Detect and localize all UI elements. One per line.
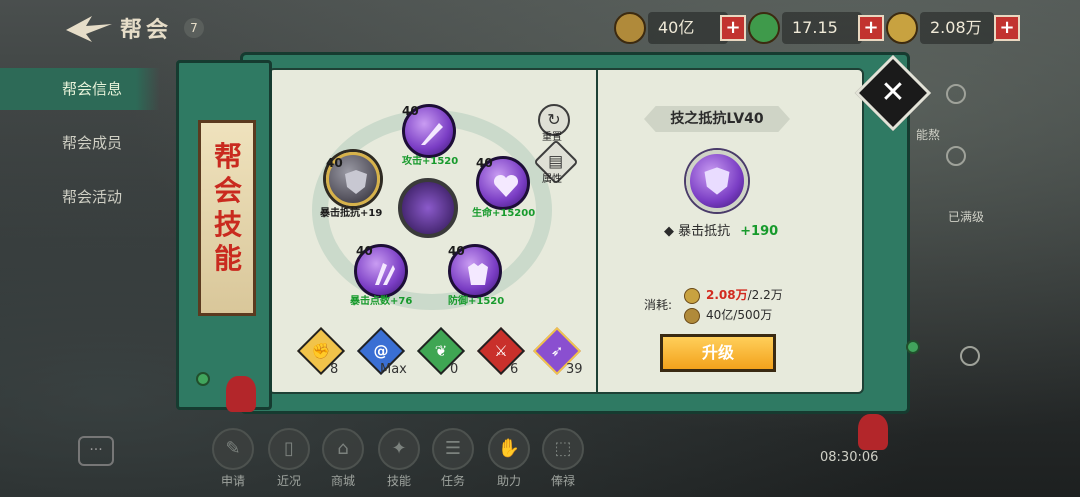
add-gold-button[interactable]: + [994,15,1020,41]
nav-label: 技能 [386,474,411,488]
skill-level: 40 [326,156,343,170]
sword-icon [421,123,443,145]
red-tassel-icon [226,376,256,412]
heart-icon [493,174,519,197]
skill-caption: 攻击+1520 [402,156,459,167]
skill-level: 40 [448,244,465,258]
nav-label: 俸禄 [550,474,575,488]
countdown-timer: 08:30:06 [820,450,879,465]
close-icon: ✕ [880,75,906,110]
selected-skill-icon [686,150,748,212]
add-copper-button[interactable]: + [720,15,746,41]
handshake-icon: ✋ [488,428,530,470]
reset-icon: ↻ [547,110,561,129]
tasks-icon: ☰ [432,428,474,470]
jade-bead-icon [196,372,210,386]
cost-copper: 40亿/500万 [706,308,773,322]
nav-label: 商城 [330,474,355,488]
back-arrow-icon [66,16,112,42]
nav-tasks[interactable]: ☰ 任务 [430,428,476,489]
tab-guild-info[interactable]: 帮会信息 [0,68,160,110]
background-label: 已满级 [948,210,985,224]
guild-level-badge: 7 [184,18,204,38]
background-icon [946,84,966,104]
add-jade-button[interactable]: + [858,15,884,41]
shield-icon [345,170,367,194]
item-count: 8 [330,362,339,377]
top-bar: 帮会 7 40亿 + 17.15万 + 2.08万 + [0,0,1080,69]
jade-icon [748,12,780,44]
banner-title: 帮会技能 [213,140,242,275]
news-icon: ▯ [268,428,310,470]
skill-caption: 防御+1520 [448,296,505,307]
tab-guild-members[interactable]: 帮会成员 [0,122,160,164]
skills-icon: ✦ [378,428,420,470]
upgrade-button[interactable]: 升级 [660,334,776,372]
tab-guild-activities[interactable]: 帮会活动 [0,176,160,218]
back-button[interactable] [62,12,114,46]
skill-detail-title: 技之抵抗LV40 [670,111,764,127]
nav-label: 近况 [276,474,301,488]
nav-skills[interactable]: ✦ 技能 [376,428,422,489]
resource-value: 17.15万 [782,12,862,69]
center-skill-emblem [398,178,458,238]
item-count: 0 [450,362,459,377]
copper-coin-icon [684,307,700,324]
nav-apply[interactable]: ✎ 申请 [210,428,256,489]
item-count: Max [380,362,407,377]
skill-level: 40 [402,104,419,118]
skill-level: 40 [356,244,373,258]
apply-icon: ✎ [212,428,254,470]
cost-gold-need: /2.2万 [747,288,783,302]
copper-coin-icon [614,12,646,44]
nav-assist[interactable]: ✋ 助力 [486,428,532,489]
resource-value: 40亿 [648,12,728,44]
stat-name: ◆ 暴击抵抗 [664,224,731,239]
skill-level: 40 [476,156,493,170]
cost-copper-row: 40亿/500万 [684,306,772,324]
stat-value: +190 [740,224,779,239]
red-tassel-icon [858,414,888,450]
shop-icon: ⌂ [322,428,364,470]
nav-label: 申请 [220,474,245,488]
nav-label: 助力 [496,474,521,488]
shield-icon [704,167,730,195]
jade-bead-icon [906,340,920,354]
skill-caption: 生命+15200 [472,208,536,219]
nav-label: 任务 [440,474,465,488]
background-icon [960,346,980,366]
gold-coin-icon [684,287,700,304]
salary-icon: ⬚ [542,428,584,470]
armor-icon [468,263,488,285]
background-icon [946,146,966,166]
chat-button[interactable]: ··· [78,436,114,466]
attributes-label: 属性 [542,174,562,185]
resource-value: 2.08万 [920,12,994,44]
blades-icon [375,263,395,285]
cost-label: 消耗: [644,298,673,312]
background-label: 能熬 [916,128,941,142]
skill-caption: 暴击点数+76 [350,296,413,307]
item-count: 39 [566,362,583,377]
nav-salary[interactable]: ⬚ 俸禄 [540,428,586,489]
nav-news[interactable]: ▯ 近况 [266,428,312,489]
gold-coin-icon [886,12,918,44]
page-title: 帮会 [120,18,173,43]
skill-caption: 暴击抵抗+19 [320,208,383,219]
item-count: 6 [510,362,519,377]
stat-line: ◆ 暴击抵抗 +190 [664,220,778,239]
cost-gold-have: 2.08万 [706,288,748,302]
cost-gold-row: 2.08万/2.2万 [684,286,783,304]
nav-shop[interactable]: ⌂ 商城 [320,428,366,489]
reset-label: 重置 [542,132,562,143]
